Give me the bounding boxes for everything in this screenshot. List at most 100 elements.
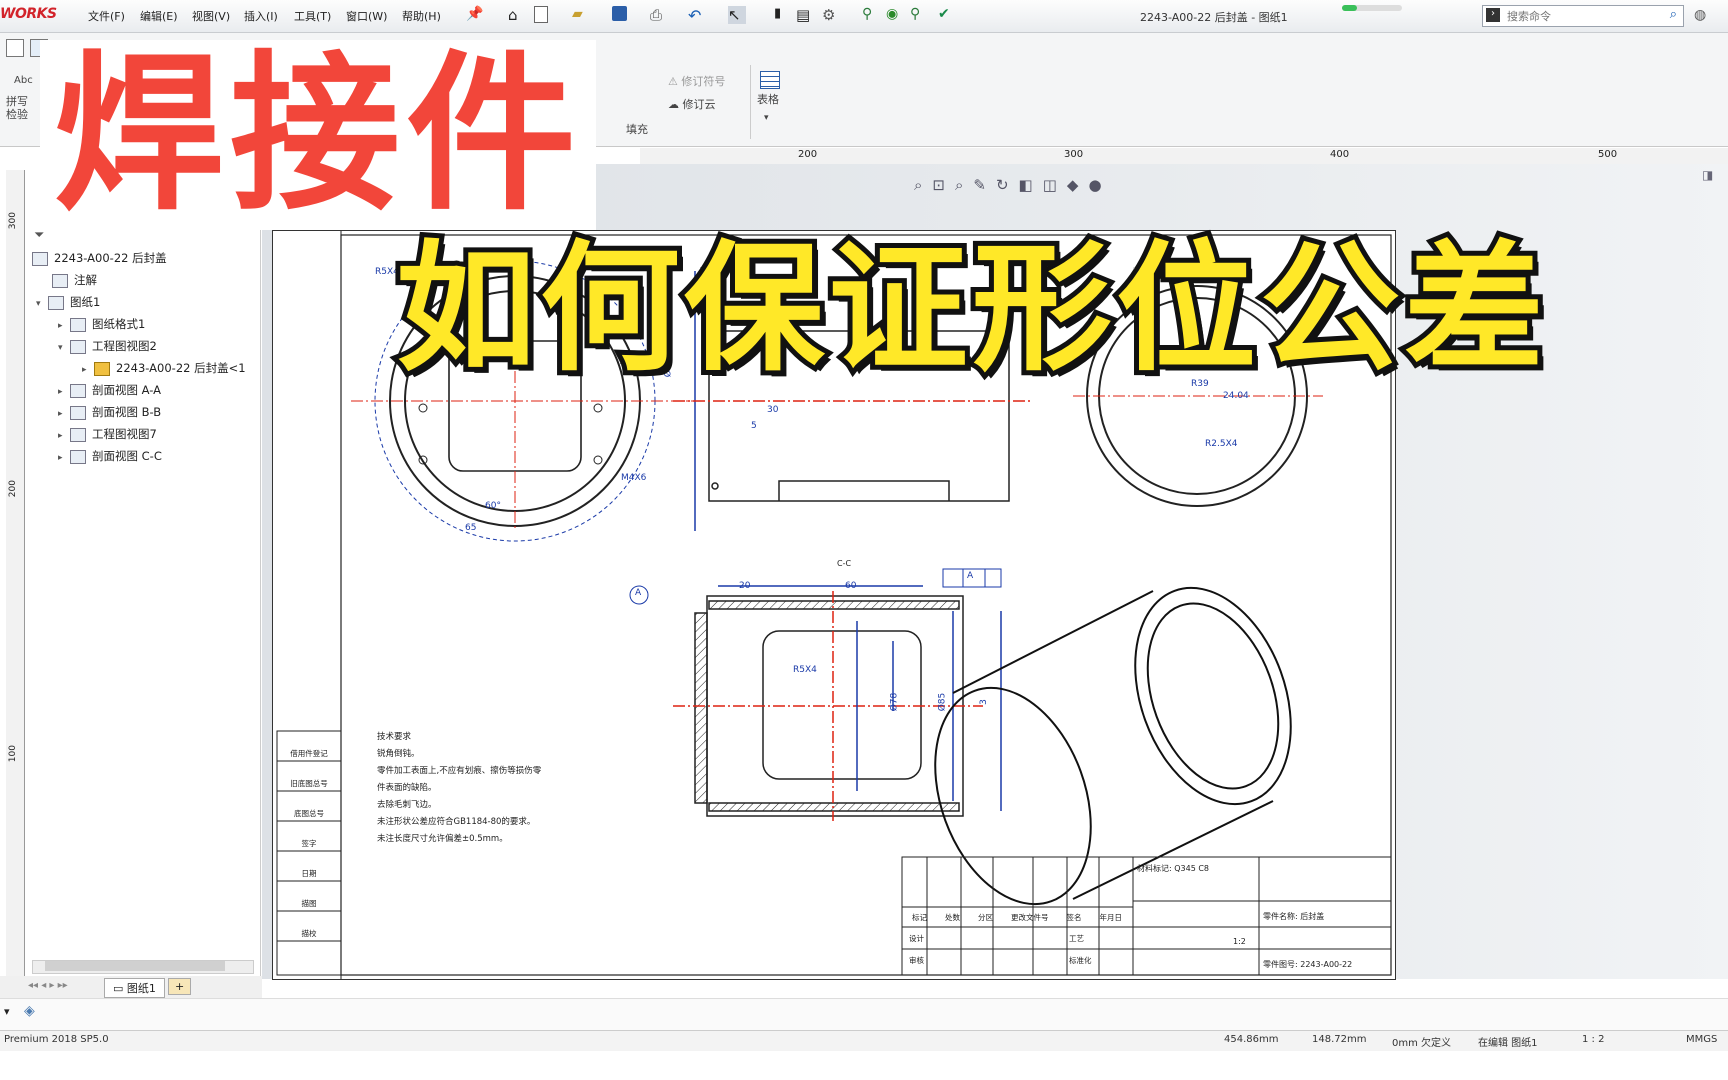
revision-cloud-button[interactable]: ☁ 修订云 [668,96,716,112]
user-icon[interactable]: ⚲ [910,6,928,24]
table-button[interactable]: 表格 [757,91,779,107]
add-sheet-icon[interactable]: + [168,978,192,995]
save-icon[interactable] [612,6,627,21]
rotate-icon[interactable]: ↻ [996,176,1019,194]
definition-status: 0mm 欠定义 [1392,1038,1452,1049]
options-gear-icon[interactable]: ⚙ [822,6,840,24]
chevron-down-icon[interactable]: ▾ [58,343,70,353]
display-style-icon[interactable]: ◧ [1019,176,1043,194]
filter-icon[interactable]: ⏷ [34,228,44,243]
pin-icon[interactable]: 📌 [466,6,484,24]
table-icon[interactable] [760,71,780,89]
tree-item-drawing-view2[interactable]: ▾ 工程图视图2 [58,338,157,358]
header-cell: 标记 [912,913,927,922]
pan-icon[interactable]: ✎ [973,176,996,194]
chevron-right-icon[interactable]: ▸ [58,387,70,397]
dimension-label: R2.5X4 [1205,439,1238,449]
sheet-tab-bar: ◂◂ ◂ ▸ ▸▸ ▭ 图纸1 + [0,976,262,998]
row-label: 设计 [909,934,924,943]
tree-item-sheet1[interactable]: ▾ 图纸1 [36,294,100,314]
zoom-previous-icon[interactable]: ⌕ [955,176,973,194]
search-input[interactable] [1505,6,1659,26]
drawing-view-icon [70,339,86,354]
chevron-right-icon[interactable]: ▸ [58,409,70,419]
datum-label: A [635,588,642,598]
chevron-down-icon[interactable]: ▾ [36,299,48,309]
heads-up-view-toolbar[interactable]: ⌕⊡⌕✎↻◧◫◆● [914,176,1112,194]
tree-item-section-aa[interactable]: ▸ 剖面视图 A-A [58,382,161,402]
menu-file[interactable]: 文件(F) [88,8,125,24]
undo-icon[interactable]: ↶ [688,6,706,25]
chevron-right-icon[interactable]: ▸ [82,365,94,375]
tree-item-part[interactable]: ▸ 2243-A00-22 后封盖<1 [82,360,246,380]
home-icon[interactable]: ⌂ [508,6,526,24]
open-folder-icon[interactable]: ▰ [572,6,590,24]
menu-tools[interactable]: 工具(T) [294,8,331,24]
dimension-label: Ø85 [937,692,948,712]
menu-window[interactable]: 窗口(W) [346,8,387,24]
header-cell: 更改文件号 [1011,913,1049,922]
tree-item-drawing-view7[interactable]: ▸ 工程图视图7 [58,426,157,446]
tab-sheet1[interactable]: ▭ 图纸1 [104,978,165,998]
dropdown-icon[interactable]: ▾ [4,1005,10,1018]
layer-icon[interactable]: ◈ [24,1003,35,1019]
print-icon[interactable]: ⎙ [650,6,668,24]
tab-label: 图纸1 [126,982,156,995]
file-properties-icon[interactable]: ▤ [796,6,814,24]
zoom-fit-icon[interactable]: ⌕ [914,176,932,194]
menu-view[interactable]: 视图(V) [192,8,230,24]
chevron-right-icon[interactable]: ▸ [58,453,70,463]
row-label: 审核 [909,956,924,965]
header-cell: 签名 [1066,913,1082,922]
zoom-area-icon[interactable]: ⊡ [932,176,955,194]
header-cell: 年月日 [1099,913,1123,922]
chevron-right-icon[interactable]: ▸ [58,431,70,441]
tree-item-section-bb[interactable]: ▸ 剖面视图 B-B [58,404,161,424]
addin-icon[interactable]: ⚲ [862,6,880,24]
tree-item-sheet-format[interactable]: ▸ 图纸格式1 [58,316,145,336]
appearance-icon[interactable]: ● [1088,176,1111,194]
collapse-panel-icon[interactable]: ◨ [1702,168,1713,182]
tree-item-section-cc[interactable]: ▸ 剖面视图 C-C [58,448,162,468]
tree-scrollbar[interactable] [32,960,254,974]
search-icon[interactable]: ⌕ [1670,7,1677,22]
section-icon[interactable]: ◫ [1043,176,1067,194]
revision-symbol-button[interactable]: ⚠ 修订符号 [668,73,725,89]
tree-item-annotations[interactable]: 注解 [52,272,97,292]
left-label: 底图总号 [294,809,324,818]
left-label: 描校 [301,929,317,938]
new-document-icon[interactable] [534,6,548,23]
title-block-headers: 标记 处数 分区 更改文件号 签名 年月日 [903,912,1131,923]
spell-check-button[interactable]: 拼写 检验 [6,95,36,121]
sheet-icon[interactable] [6,39,24,57]
menu-help[interactable]: 帮助(H) [402,8,441,24]
document-title: 2243-A00-22 后封盖 - 图纸1 [1140,11,1288,24]
select-cursor-icon[interactable]: ↖ [728,6,746,24]
scale-label: 1:2 [1233,937,1246,946]
scale-status[interactable]: 1 : 2 [1582,1034,1604,1045]
sheet-tab-icon: ▭ [113,982,127,995]
tree-root[interactable]: 2243-A00-22 后封盖 [32,250,167,270]
menu-edit[interactable]: 编辑(E) [140,8,178,24]
sheet-icon [48,295,64,310]
units-status[interactable]: MMGS [1686,1034,1717,1045]
revision-symbol-label: 修订符号 [681,75,726,88]
material-label: 材料标记: Q345 C8 [1137,864,1210,873]
chevron-right-icon[interactable]: ▸ [58,321,70,331]
table-dropdown-icon[interactable]: ▾ [764,113,769,123]
part-icon [94,361,110,376]
menu-insert[interactable]: 插入(I) [244,8,278,24]
ruler-tick: 200 [798,149,818,160]
section-view-cc [673,585,1002,821]
account-icon[interactable]: ◍ [1694,7,1706,23]
tab-nav-arrows[interactable]: ◂◂ ◂ ▸ ▸▸ [28,980,68,991]
green-check-icon[interactable]: ✔ [938,6,956,24]
left-column-labels: 借用件登记 旧底图总号 底图总号 签字 日期 描图 描校 [279,739,339,949]
traffic-light-icon[interactable]: ▮ [774,6,792,24]
hide-show-icon[interactable]: ◆ [1067,176,1089,194]
sheet-format-icon [70,317,86,332]
search-box[interactable]: › ⌕ [1482,5,1684,27]
tolerance-value: A [967,571,974,581]
tech-note: 去除毛刺飞边。 [377,800,437,810]
rebuild-icon[interactable]: ◉ [886,6,904,24]
